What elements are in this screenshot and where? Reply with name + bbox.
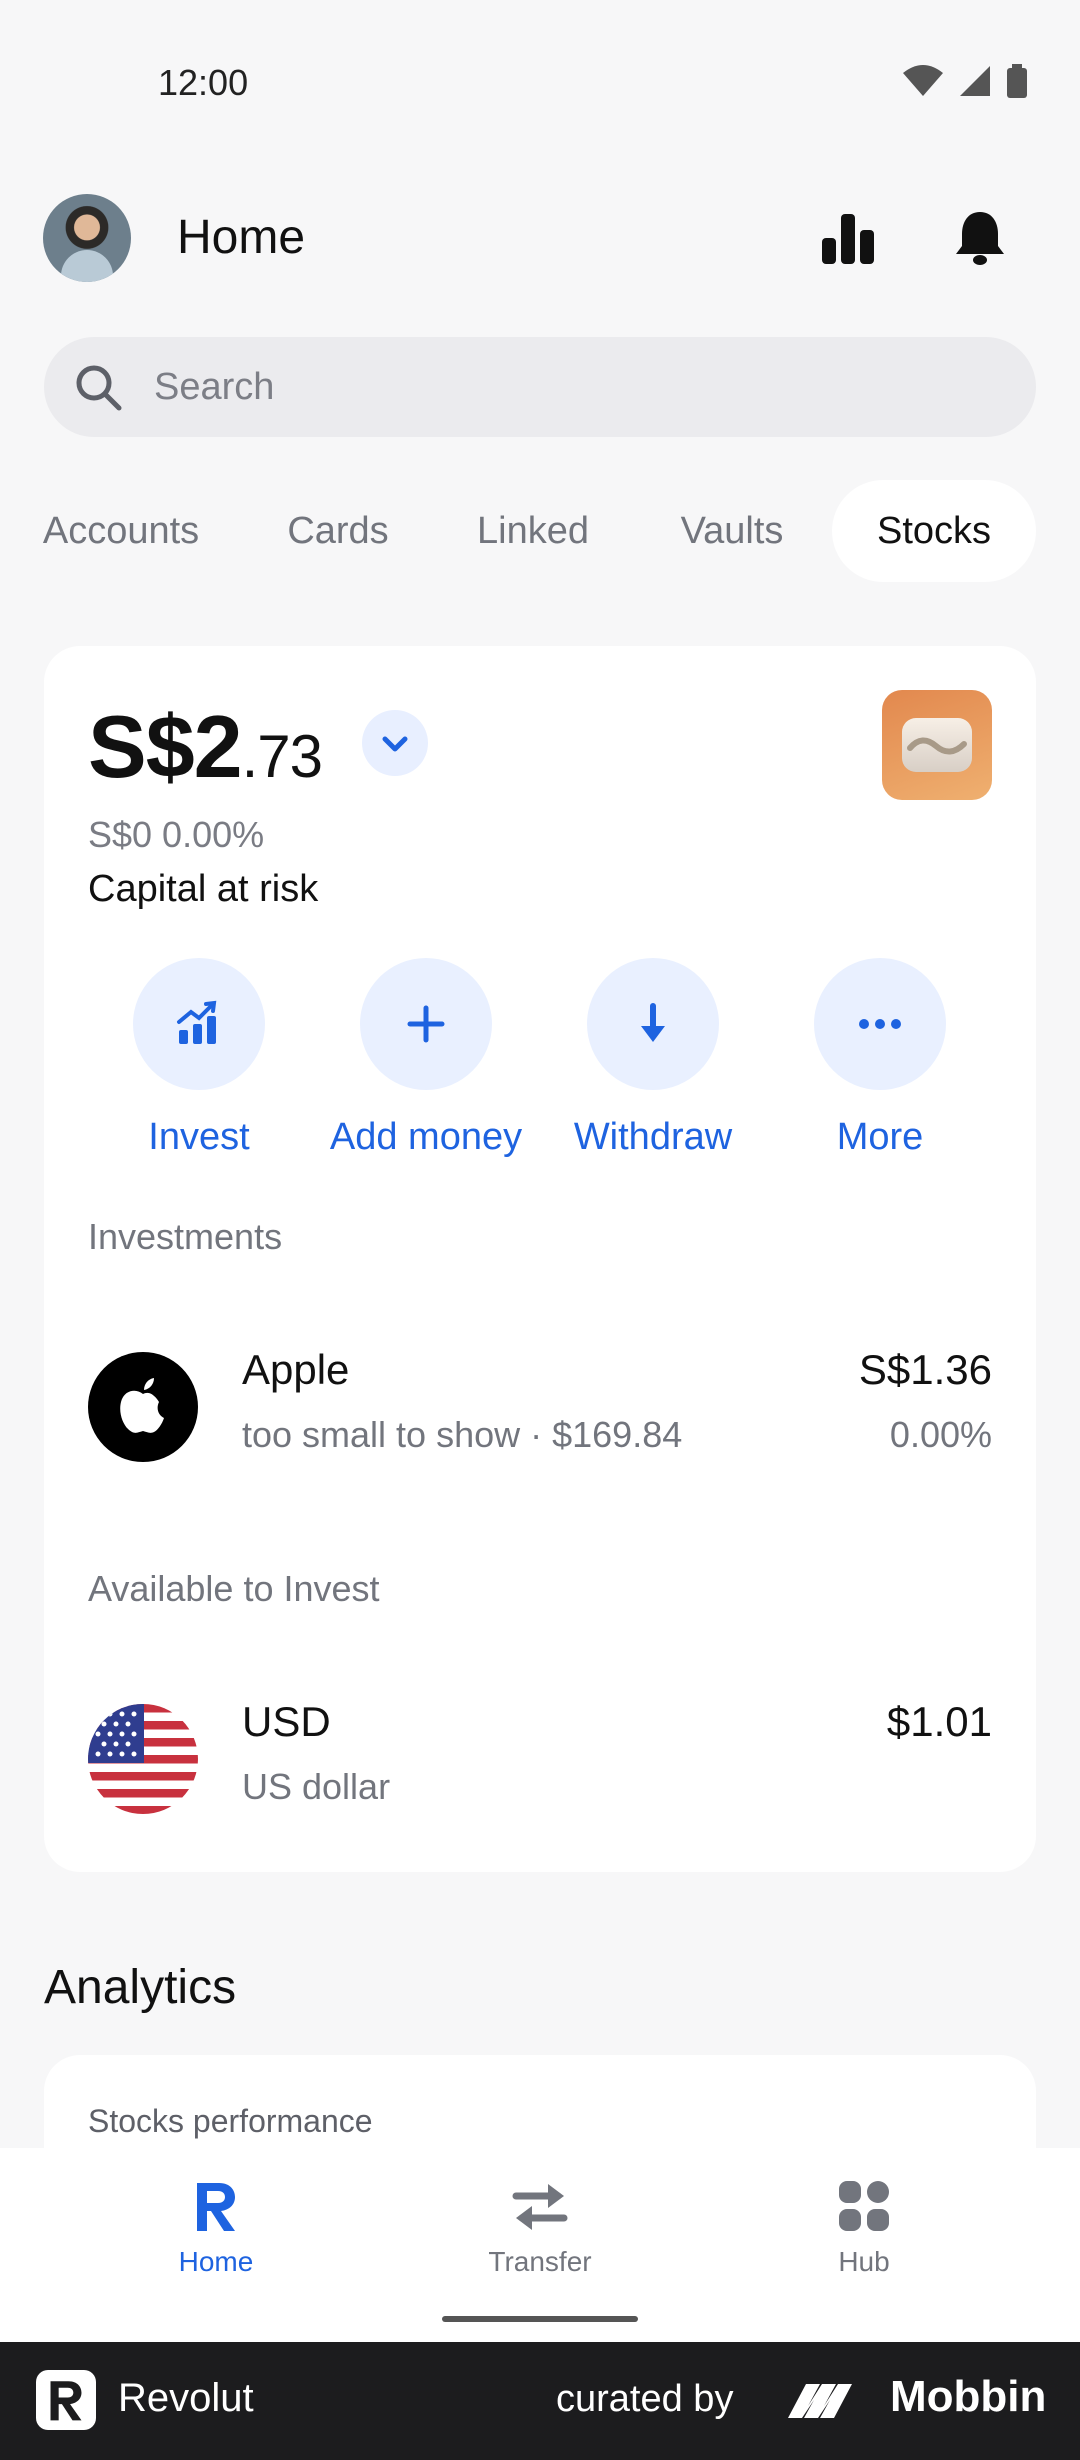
search-bar[interactable]	[44, 337, 1036, 437]
battery-icon	[1007, 64, 1027, 98]
invest-button[interactable]: Invest	[89, 958, 309, 1159]
us-flag-icon	[88, 1704, 198, 1814]
more-dots-icon	[859, 1019, 901, 1029]
footer-brand: Revolut	[118, 2376, 254, 2420]
capital-risk-note: Capital at risk	[88, 868, 319, 910]
tab-stocks[interactable]: Stocks	[832, 480, 1036, 582]
grid-icon	[834, 2176, 894, 2236]
nav-home-label: Home	[178, 2246, 254, 2277]
balance-dropdown-button[interactable]	[362, 710, 428, 776]
tab-cards[interactable]: Cards	[268, 480, 408, 582]
tab-linked[interactable]: Linked	[464, 480, 602, 582]
investments-section-label: Investments	[88, 1216, 283, 1257]
apple-logo-icon	[88, 1352, 198, 1462]
withdraw-label: Withdraw	[573, 1116, 733, 1158]
mobbin-logo-icon	[788, 2384, 852, 2418]
app-header: Home	[0, 190, 1080, 286]
home-indicator[interactable]	[442, 2316, 638, 2322]
analytics-bars-icon[interactable]	[818, 208, 878, 268]
revolut-logo-icon	[36, 2370, 96, 2430]
balance-change: S$0 0.00%	[88, 814, 265, 855]
footer-curator: Mobbin	[890, 2372, 1047, 2421]
transfer-arrows-svg	[512, 2184, 568, 2230]
available-amount: $1.01	[886, 1698, 992, 1745]
revolut-r-icon	[186, 2176, 246, 2236]
nav-home[interactable]: Home	[96, 2176, 336, 2278]
balance-cents: .73	[241, 723, 323, 790]
tab-accounts[interactable]: Accounts	[18, 480, 224, 582]
add-money-button[interactable]: Add money	[316, 958, 536, 1159]
account-tabs: Accounts Cards Linked Vaults Stocks	[0, 480, 1080, 582]
status-bar: 12:00	[0, 0, 1080, 165]
withdraw-circle	[587, 958, 719, 1090]
bell-icon[interactable]	[950, 208, 1010, 268]
arrow-down-icon	[641, 1003, 665, 1042]
footer-curated-by: curated by	[556, 2378, 734, 2420]
analytics-title: Analytics	[44, 1961, 237, 2014]
revolut-r-svg	[197, 2183, 235, 2231]
investment-change: 0.00%	[889, 1414, 992, 1455]
page-title: Home	[177, 211, 306, 264]
invest-circle	[133, 958, 265, 1090]
invest-label: Invest	[148, 1116, 250, 1158]
balance-main-value: S$2	[88, 697, 243, 796]
grid-svg	[839, 2181, 889, 2231]
status-time: 12:00	[158, 62, 249, 103]
add-money-circle	[360, 958, 492, 1090]
investment-name: Apple	[242, 1346, 350, 1393]
available-currency-name: US dollar	[242, 1766, 391, 1807]
stocks-performance-card[interactable]: Stocks performance	[44, 2055, 1036, 2155]
footer-banner: Revolut curated by Mobbin	[0, 2342, 1080, 2460]
investment-value: S$1.36	[858, 1346, 992, 1393]
bottom-navigation: Home Transfer Hub	[0, 2148, 1080, 2342]
stocks-performance-label: Stocks performance	[88, 2103, 373, 2139]
avatar[interactable]	[43, 194, 131, 282]
investment-row-apple[interactable]: Apple too small to show · $169.84 S$1.36…	[44, 1336, 1036, 1476]
chart-up-icon	[177, 1000, 217, 1044]
available-section-label: Available to Invest	[88, 1568, 380, 1609]
search-input[interactable]	[154, 337, 994, 437]
stock-logo-inner	[902, 718, 972, 772]
action-buttons: Invest Add money Withdraw More	[44, 958, 1036, 1178]
wave-icon	[907, 737, 967, 755]
nav-hub-label: Hub	[838, 2246, 890, 2277]
investment-subtitle: too small to show · $169.84	[242, 1414, 683, 1455]
available-row-usd[interactable]: USD US dollar $1.01	[44, 1688, 1036, 1828]
search-icon	[76, 365, 122, 411]
add-money-label: Add money	[329, 1116, 523, 1158]
transfer-arrows-icon	[510, 2176, 570, 2236]
wifi-icon	[903, 65, 943, 96]
stocks-card: S$2.73 S$0 0.00% Capital at risk Invest …	[44, 646, 1036, 1872]
revolut-logo-svg	[50, 2381, 82, 2421]
balance-amount[interactable]: S$2.73	[88, 696, 323, 798]
nav-transfer[interactable]: Transfer	[420, 2176, 660, 2278]
more-label: More	[836, 1116, 924, 1158]
chevron-down-icon	[382, 736, 408, 752]
status-icons	[902, 64, 1028, 98]
nav-transfer-label: Transfer	[488, 2246, 592, 2277]
more-button[interactable]: More	[770, 958, 990, 1159]
nav-hub[interactable]: Hub	[744, 2176, 984, 2278]
tab-vaults[interactable]: Vaults	[658, 480, 806, 582]
signal-icon	[960, 66, 990, 96]
apple-logo-svg	[120, 1378, 164, 1433]
more-circle	[814, 958, 946, 1090]
withdraw-button[interactable]: Withdraw	[543, 958, 763, 1159]
us-flag-svg	[88, 1704, 198, 1814]
plus-icon	[407, 1005, 445, 1043]
stock-account-logo[interactable]	[882, 690, 992, 800]
available-currency-code: USD	[242, 1698, 331, 1745]
